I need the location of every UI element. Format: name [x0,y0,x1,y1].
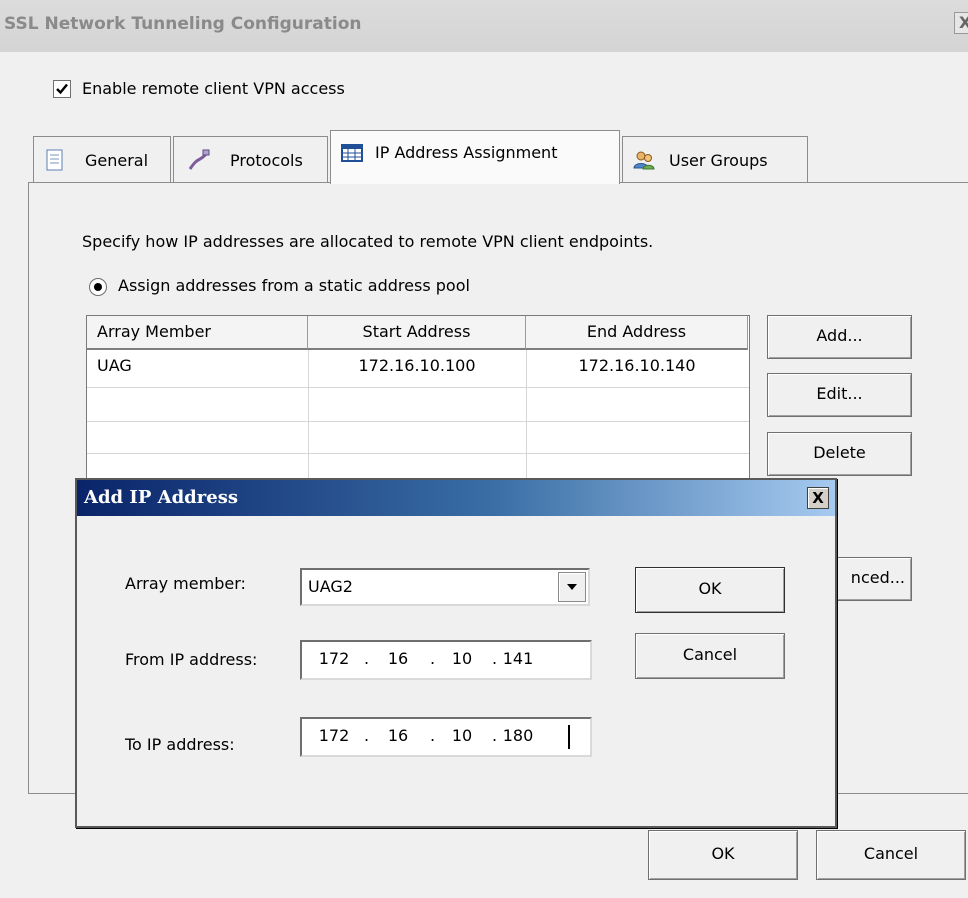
from-ip-octet-4[interactable]: 141 [498,649,538,668]
column-header-array-member[interactable]: Array Member [87,316,308,350]
ip-dot: . [430,649,436,668]
add-button[interactable]: Add... [767,315,912,359]
from-ip-octet-2[interactable]: 16 [378,649,418,668]
static-pool-radio[interactable] [89,278,107,296]
tab-general-label: General [85,151,149,170]
row-end-address: 172.16.10.140 [578,356,696,375]
ip-dot: . [492,726,498,745]
row-divider [87,421,749,422]
tab-user-groups-label: User Groups [669,151,768,170]
from-ip-label: From IP address: [125,650,258,669]
tab-protocols-label: Protocols [230,151,303,170]
address-pool-table[interactable]: Array Member Start Address End Address U… [86,315,750,490]
column-header-start-address[interactable]: Start Address [308,316,526,350]
ssl-tunneling-window: SSL Network Tunneling Configuration X En… [0,0,968,898]
column-header-end-address[interactable]: End Address [526,316,748,350]
tab-user-groups[interactable]: User Groups [622,136,808,182]
from-ip-octet-1[interactable]: 172 [314,649,354,668]
row-divider [87,387,749,388]
from-ip-field[interactable]: 172 . 16 . 10 . 141 [300,640,592,680]
array-member-value: UAG2 [308,577,353,596]
grid-table-icon [341,144,363,162]
to-ip-octet-3[interactable]: 10 [442,726,482,745]
edit-button[interactable]: Edit... [767,373,912,417]
row-divider [87,453,749,454]
dialog-close-button[interactable]: X [807,487,829,509]
ok-button[interactable]: OK [648,830,798,880]
window-close-button[interactable]: X [954,12,968,34]
to-ip-label: To IP address: [125,735,235,754]
window-title-bar: SSL Network Tunneling Configuration X [0,0,968,52]
array-member-select[interactable]: UAG2 [300,568,590,606]
to-ip-octet-2[interactable]: 16 [378,726,418,745]
row-array-member: UAG [97,356,132,375]
tab-ip-address-assignment-label: IP Address Assignment [375,143,558,162]
add-ip-address-dialog: Add IP Address X Array member: UAG2 From… [75,478,837,828]
ip-dot: . [364,649,370,668]
static-pool-label: Assign addresses from a static address p… [118,276,470,295]
from-ip-octet-3[interactable]: 10 [442,649,482,668]
ip-dot: . [492,649,498,668]
window-title: SSL Network Tunneling Configuration [4,14,362,34]
text-cursor [568,725,570,749]
to-ip-octet-4[interactable]: 180 [498,726,538,745]
dialog-title-bar: Add IP Address X [77,480,835,516]
tab-ip-address-assignment[interactable]: IP Address Assignment [330,130,620,184]
enable-vpn-checkbox[interactable] [53,80,71,98]
to-ip-field[interactable]: 172 . 16 . 10 . 180 [300,717,592,757]
cancel-button[interactable]: Cancel [816,830,966,880]
chevron-down-icon [567,584,577,590]
ip-dot: . [430,726,436,745]
enable-vpn-label: Enable remote client VPN access [82,79,345,98]
dialog-cancel-button[interactable]: Cancel [635,633,785,679]
row-start-address: 172.16.10.100 [358,356,476,375]
dialog-ok-button[interactable]: OK [635,567,785,613]
dialog-title: Add IP Address [84,487,238,508]
delete-button[interactable]: Delete [767,432,912,476]
radio-dot-icon [94,283,102,291]
cable-icon [188,149,210,170]
tab-general[interactable]: General [33,136,171,182]
checkmark-icon [56,83,68,95]
dropdown-arrow-button[interactable] [558,572,586,602]
document-icon [46,149,63,171]
tab-protocols[interactable]: Protocols [173,136,328,182]
users-icon [633,151,655,170]
ip-dot: . [364,726,370,745]
to-ip-octet-1[interactable]: 172 [314,726,354,745]
allocation-description: Specify how IP addresses are allocated t… [82,232,654,251]
array-member-label: Array member: [125,574,246,593]
